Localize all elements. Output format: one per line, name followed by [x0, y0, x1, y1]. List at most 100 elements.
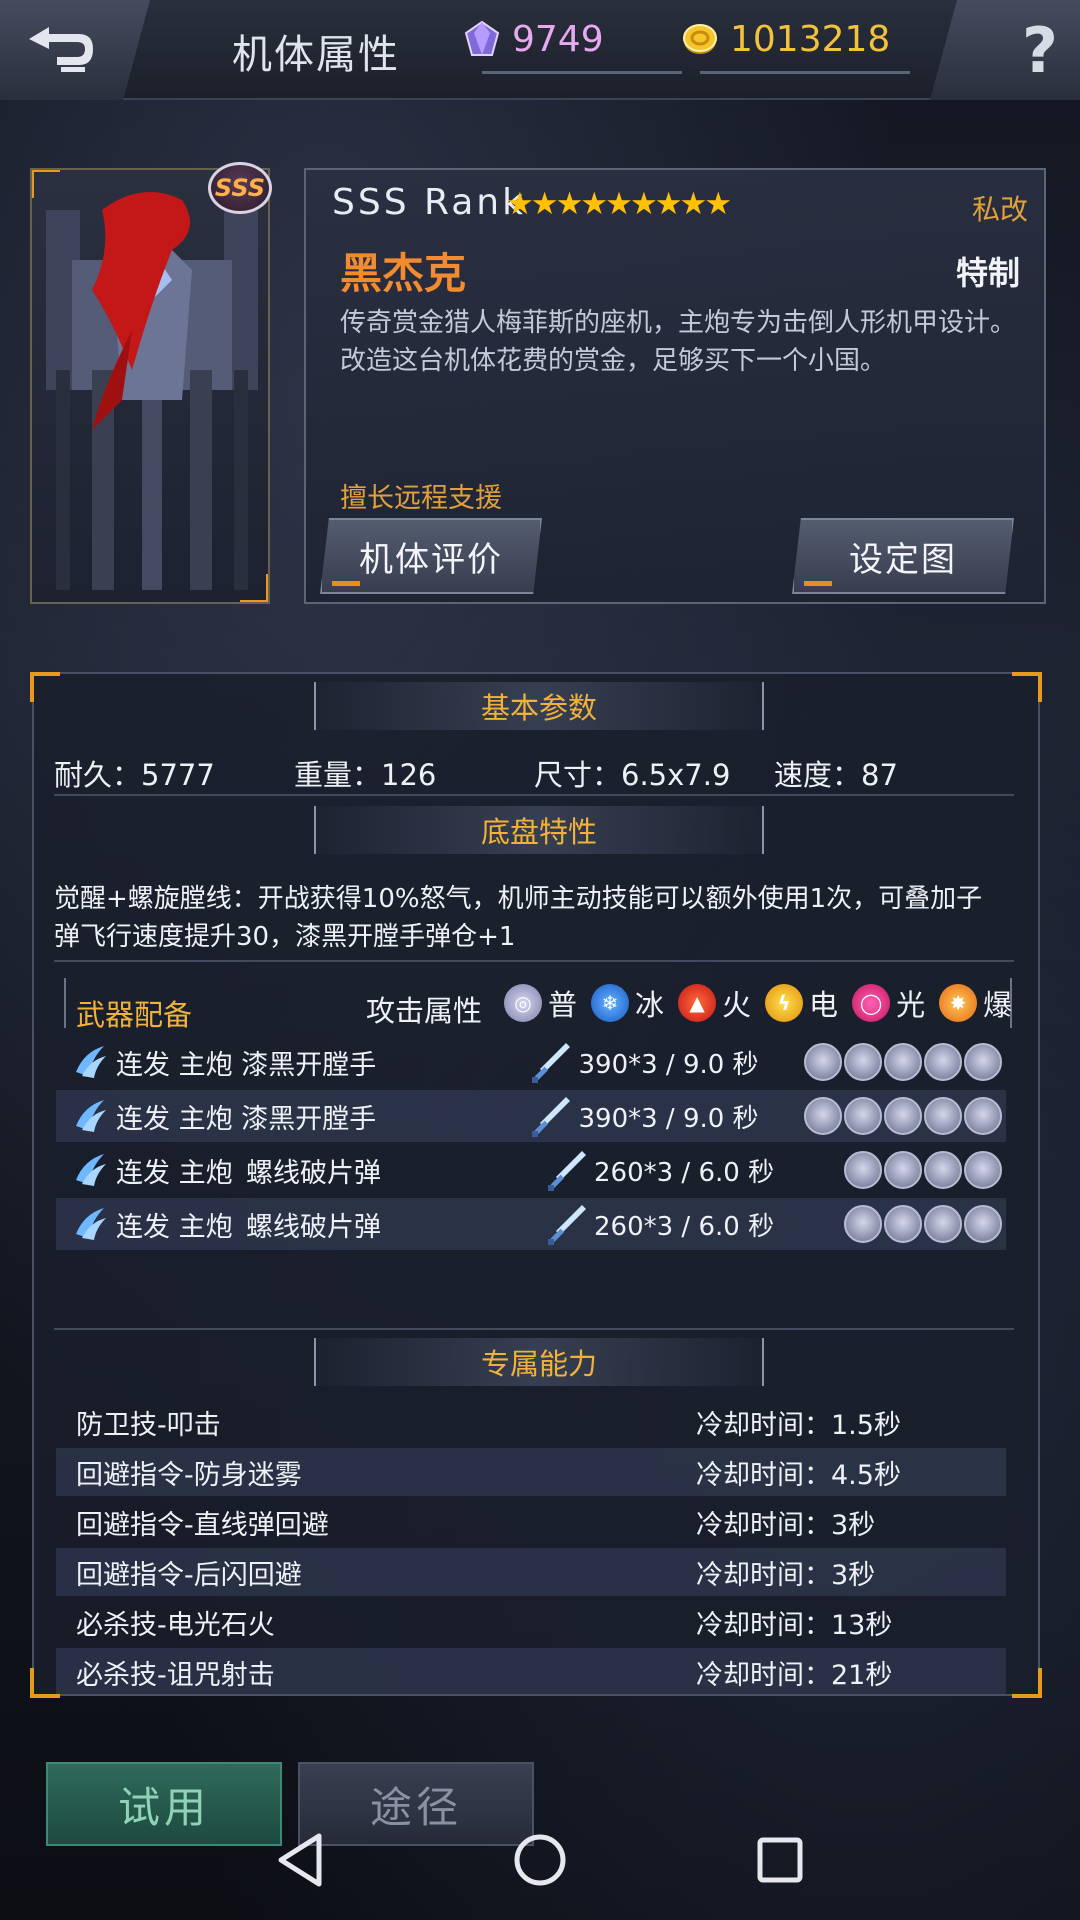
weapon-name: 漆黑开膛手	[241, 1049, 377, 1081]
attack-attribute-label: 攻击属性	[366, 994, 483, 1028]
ability-name: 回避指令-直线弹回避	[76, 1509, 329, 1541]
slot-orb-icon	[884, 1043, 922, 1081]
coin-icon	[683, 24, 717, 54]
slot-orb-icon	[924, 1043, 962, 1081]
nav-home-button[interactable]	[510, 1830, 570, 1890]
light-attribute-icon: ◯	[852, 984, 891, 1022]
basic-stats: 耐久：5777 重量：126 尺寸：6.5x7.9 速度：87	[54, 752, 1014, 794]
gold-counter: 1013218	[680, 14, 910, 74]
mech-name: 黑杰克	[340, 249, 467, 298]
panel-corner	[1012, 1668, 1042, 1698]
weapon-type: 连发 主炮	[116, 1157, 233, 1189]
gem-amount: 9749	[512, 18, 604, 60]
ability-cooldown: 冷却时间：21秒	[696, 1659, 893, 1691]
chassis-traits: 觉醒+螺旋膛线：开战获得10%怒气，机师主动技能可以额外使用1次，可叠加子弹飞行…	[54, 884, 983, 952]
attr-light-label: 光	[896, 988, 926, 1022]
slot-orb-icon	[924, 1151, 962, 1189]
rank-badge: SSS	[208, 162, 272, 214]
ability-row: 回避指令-后闪回避 冷却时间：3秒	[56, 1548, 1006, 1596]
gem-underline	[482, 71, 682, 74]
ability-row: 必杀技-电光石火 冷却时间：13秒	[56, 1598, 1006, 1646]
mech-artwork	[46, 192, 258, 590]
attack-attribute-legend: ◎ 普 ❄ 冰 ▲ 火 ϟ 电 ◯ 光 ✸ 爆	[504, 982, 1020, 1024]
panel-corner	[30, 1668, 60, 1698]
gem-counter: 9749	[462, 14, 682, 74]
ability-row: 必杀技-诅咒射击 冷却时间：21秒	[56, 1648, 1006, 1694]
weapon-damage: 260*3 / 6.0 秒	[594, 1157, 775, 1188]
weapon-damage: 260*3 / 6.0 秒	[594, 1211, 775, 1242]
weapon-slots	[828, 1151, 1006, 1189]
attr-ice-label: 冰	[635, 988, 665, 1022]
weapon-row[interactable]: 连发 主炮 漆黑开膛手 390*3 / 9.0 秒	[56, 1036, 1006, 1088]
chassis-heading: 底盘特性	[314, 806, 764, 854]
burst-weapon-icon	[70, 1150, 110, 1190]
back-button[interactable]	[0, 0, 150, 100]
slot-orb-icon	[844, 1151, 882, 1189]
slot-orb-icon	[964, 1097, 1002, 1135]
sword-icon	[544, 1201, 590, 1247]
weapon-row[interactable]: 连发 主炮 螺线破片弹 260*3 / 6.0 秒	[56, 1144, 1006, 1196]
attr-electric-label: 电	[809, 988, 839, 1022]
weapon-name: 螺线破片弹	[246, 1157, 381, 1189]
page-title: 机体属性	[232, 32, 400, 78]
mech-info-panel: SSS Rank ★★★★★★★★★ 私改 黑杰克 特制 传奇赏金猎人梅菲斯的座…	[304, 168, 1046, 604]
ability-row: 回避指令-直线弹回避 冷却时间：3秒	[56, 1498, 1006, 1546]
ability-cooldown: 冷却时间：3秒	[696, 1509, 876, 1541]
circle-home-icon	[514, 1834, 566, 1886]
ability-cooldown: 冷却时间：13秒	[696, 1609, 893, 1641]
gold-amount: 1013218	[730, 18, 891, 60]
slot-orb-icon	[884, 1151, 922, 1189]
ability-name: 防卫技-叩击	[76, 1409, 221, 1441]
private-mod-tag: 私改	[971, 193, 1028, 226]
ability-row: 回避指令-防身迷雾 冷却时间：4.5秒	[56, 1448, 1006, 1496]
weapon-row[interactable]: 连发 主炮 螺线破片弹 260*3 / 6.0 秒	[56, 1198, 1006, 1250]
slot-orb-icon	[844, 1205, 882, 1243]
ability-cooldown: 冷却时间：1.5秒	[696, 1409, 901, 1441]
panel-corner	[30, 672, 60, 702]
stats-panel: 基本参数 耐久：5777 重量：126 尺寸：6.5x7.9 速度：87 底盘特…	[32, 672, 1040, 1696]
sword-icon	[544, 1147, 590, 1193]
concept-art-button[interactable]: 设定图	[792, 518, 1014, 594]
nav-recents-button[interactable]	[750, 1830, 810, 1890]
top-bar: 机体属性 9749 1013218 ?	[0, 0, 1080, 100]
slot-orb-icon	[924, 1097, 962, 1135]
ability-cooldown: 冷却时间：4.5秒	[696, 1459, 901, 1491]
slot-orb-icon	[884, 1097, 922, 1135]
fire-attribute-icon: ▲	[678, 984, 717, 1022]
rank-stars: ★★★★★★★★★	[506, 186, 732, 222]
divider	[54, 1328, 1014, 1330]
slot-orb-icon	[844, 1043, 882, 1081]
durability-stat: 耐久：5777	[54, 758, 215, 792]
panel-corner	[1012, 672, 1042, 702]
slot-orb-icon	[804, 1043, 842, 1081]
help-button[interactable]: ?	[930, 0, 1080, 100]
weapon-type: 连发 主炮	[116, 1103, 233, 1135]
square-recents-icon	[757, 1837, 803, 1883]
weapon-row[interactable]: 连发 主炮 漆黑开膛手 390*3 / 9.0 秒	[56, 1090, 1006, 1142]
slot-orb-icon	[964, 1043, 1002, 1081]
normal-attribute-icon: ◎	[504, 984, 542, 1022]
blast-attribute-icon: ✸	[939, 984, 978, 1022]
weapons-heading: 武器配备	[76, 998, 193, 1032]
mech-review-button[interactable]: 机体评价	[320, 518, 542, 594]
nav-back-button[interactable]	[270, 1830, 330, 1890]
slot-orb-icon	[964, 1205, 1002, 1243]
ability-name: 回避指令-后闪回避	[76, 1559, 302, 1591]
weapon-damage: 390*3 / 9.0 秒	[578, 1103, 759, 1134]
attr-fire-label: 火	[722, 988, 752, 1022]
ability-cooldown: 冷却时间：3秒	[696, 1559, 876, 1591]
speed-stat: 速度：87	[774, 758, 898, 792]
ability-name: 必杀技-诅咒射击	[76, 1659, 275, 1691]
ability-row: 防卫技-叩击 冷却时间：1.5秒	[56, 1398, 1006, 1446]
mech-portrait	[30, 168, 270, 604]
ability-name: 必杀技-电光石火	[76, 1609, 275, 1641]
slot-orb-icon	[884, 1205, 922, 1243]
gem-icon	[464, 20, 500, 56]
weapon-name: 螺线破片弹	[246, 1211, 381, 1243]
attr-blast-label: 爆	[983, 988, 1013, 1022]
slot-orb-icon	[804, 1097, 842, 1135]
sword-icon	[528, 1093, 574, 1139]
attr-normal-label: 普	[548, 988, 578, 1022]
triangle-back-icon	[278, 1833, 322, 1887]
mech-specialty: 擅长远程支援	[340, 483, 502, 514]
